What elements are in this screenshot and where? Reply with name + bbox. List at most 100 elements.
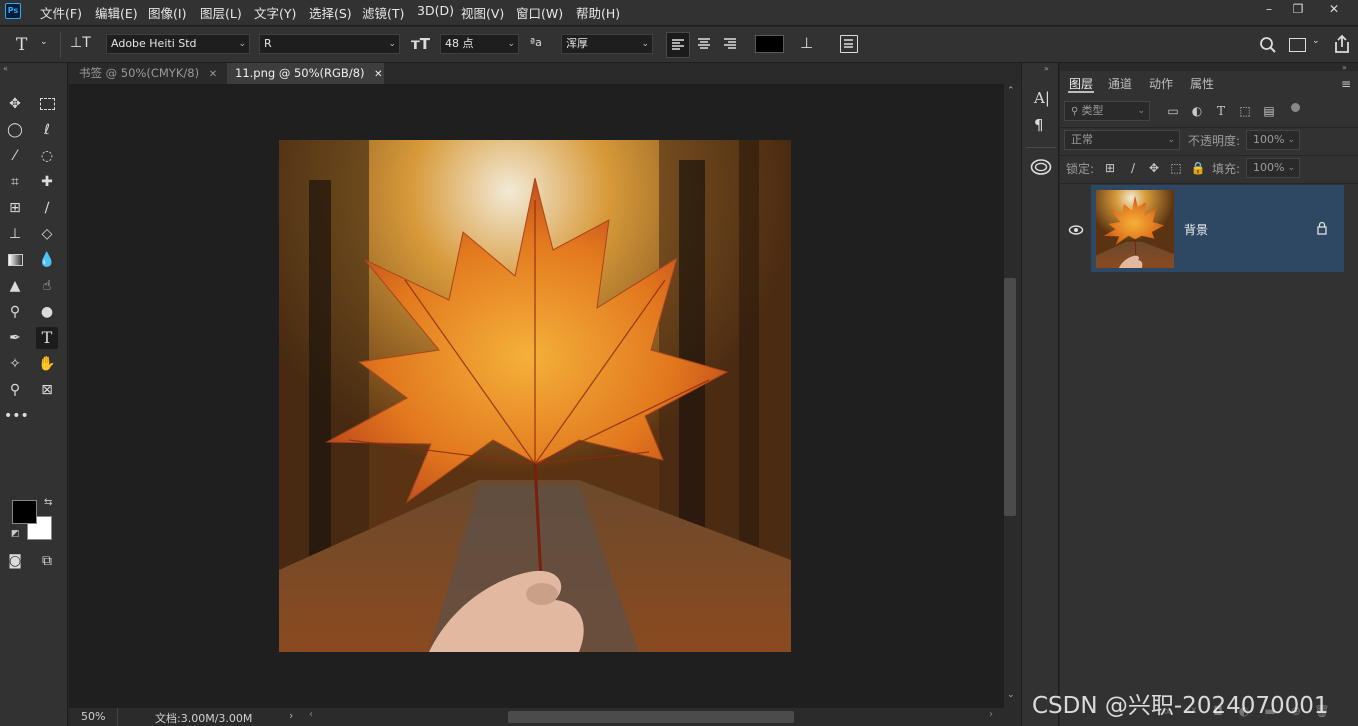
fill-field[interactable]: 100% ⌄: [1246, 158, 1300, 178]
menu-type[interactable]: 文字(Y): [254, 3, 296, 22]
character-panel-icon[interactable]: A|: [1034, 89, 1050, 107]
brush-tool-icon[interactable]: ∕: [36, 197, 58, 219]
type-tool-icon[interactable]: T: [36, 327, 58, 349]
vertical-scroll-thumb[interactable]: [1004, 278, 1016, 516]
filter-pixel-icon[interactable]: ▭: [1165, 103, 1181, 119]
tab-properties[interactable]: 属性: [1190, 75, 1214, 92]
sharpen-tool-icon[interactable]: ▲: [4, 275, 26, 297]
layer-row[interactable]: 背景: [1091, 185, 1344, 272]
scroll-left-icon[interactable]: ‹: [309, 709, 313, 720]
quick-mask-icon[interactable]: ◙: [4, 550, 26, 572]
close-icon[interactable]: ✕: [209, 69, 217, 80]
character-panel-icon[interactable]: [840, 35, 858, 53]
minimize-button[interactable]: –: [1260, 2, 1278, 18]
type-tool-preset-icon[interactable]: T: [16, 35, 27, 55]
align-left-button[interactable]: [666, 32, 690, 58]
more-tools-icon[interactable]: •••: [4, 405, 29, 427]
hand-tool-icon[interactable]: ✋: [36, 353, 58, 375]
tab-active-document[interactable]: 11.png @ 50%(RGB/8) ✕: [227, 63, 384, 84]
visibility-eye-icon[interactable]: [1068, 222, 1084, 241]
filter-type-icon[interactable]: T: [1213, 103, 1229, 119]
frame-tool-icon[interactable]: ⊞: [4, 197, 26, 219]
gradient-tool-icon[interactable]: [4, 249, 26, 271]
collapse-icon[interactable]: »: [1342, 63, 1347, 72]
lasso-tool-icon[interactable]: ℓ: [36, 119, 58, 141]
zoom-tool-icon[interactable]: ⚲: [4, 379, 26, 401]
menu-image[interactable]: 图像(I): [148, 3, 186, 22]
panel-menu-icon[interactable]: ≡: [1341, 77, 1351, 91]
search-button[interactable]: [1259, 36, 1277, 57]
menu-window[interactable]: 窗口(W): [516, 3, 563, 22]
font-style-select[interactable]: R ⌄: [259, 34, 400, 54]
lock-all-icon[interactable]: 🔒: [1190, 160, 1206, 176]
collapse-icon[interactable]: «: [3, 64, 8, 73]
menu-select[interactable]: 选择(S): [309, 3, 352, 22]
filter-shape-icon[interactable]: ⬚: [1237, 103, 1253, 119]
filter-smart-object-icon[interactable]: ▤: [1261, 103, 1277, 119]
blend-mode-select[interactable]: 正常 ⌄: [1064, 130, 1180, 150]
status-menu-icon[interactable]: ›: [289, 709, 293, 722]
chevron-down-icon[interactable]: ⌄: [40, 37, 48, 47]
menu-3d[interactable]: 3D(D): [417, 3, 454, 18]
blur-tool-icon[interactable]: 💧: [36, 249, 58, 271]
lock-transparent-icon[interactable]: ⊞: [1102, 160, 1118, 176]
close-icon[interactable]: ✕: [374, 69, 382, 80]
restore-button[interactable]: ❐: [1289, 2, 1307, 18]
healing-brush-icon[interactable]: ✚: [36, 171, 58, 193]
tab-actions[interactable]: 动作: [1149, 75, 1173, 92]
close-button[interactable]: ✕: [1325, 2, 1343, 18]
scroll-right-icon[interactable]: ›: [989, 709, 993, 720]
tab-channels[interactable]: 通道: [1108, 75, 1132, 92]
lock-artboard-icon[interactable]: ⬚: [1168, 160, 1184, 176]
font-size-select[interactable]: 48 点 ⌄: [440, 34, 519, 54]
crop-tool-icon[interactable]: ⌗: [4, 171, 26, 193]
font-family-select[interactable]: Adobe Heiti Std ⌄: [106, 34, 250, 54]
lock-image-icon[interactable]: ∕: [1125, 160, 1141, 176]
lock-position-icon[interactable]: ✥: [1146, 160, 1162, 176]
chevron-down-icon[interactable]: ⌄: [1312, 36, 1320, 46]
sponge-tool-icon[interactable]: ●: [36, 301, 58, 323]
menu-edit[interactable]: 编辑(E): [95, 3, 138, 22]
menu-help[interactable]: 帮助(H): [576, 3, 620, 22]
align-center-button[interactable]: [693, 32, 717, 58]
align-right-button[interactable]: [719, 32, 743, 58]
tab-layers[interactable]: 图层: [1069, 75, 1093, 92]
pen-tool-icon[interactable]: ✒: [4, 327, 26, 349]
menu-filter[interactable]: 滤镜(T): [362, 3, 404, 22]
artboard-tool-icon[interactable]: ⊠: [36, 379, 58, 401]
menu-file[interactable]: 文件(F): [40, 3, 82, 22]
magic-wand-icon[interactable]: ⁄: [4, 145, 26, 167]
marquee-tool-icon[interactable]: [36, 93, 58, 115]
toggle-orientation-icon[interactable]: ⊥T: [70, 35, 91, 51]
screen-mode-icon[interactable]: ⧉: [36, 550, 58, 572]
libraries-button[interactable]: [1030, 158, 1052, 179]
smudge-tool-icon[interactable]: ☝: [36, 275, 58, 297]
layer-filter-select[interactable]: ⚲ 类型 ⌄: [1064, 101, 1150, 121]
scroll-up-icon[interactable]: ⌃: [1007, 86, 1015, 96]
canvas-area[interactable]: [69, 84, 1004, 708]
eraser-tool-icon[interactable]: ◇: [36, 223, 58, 245]
dodge-tool-icon[interactable]: ⚲: [4, 301, 26, 323]
menu-layer[interactable]: 图层(L): [200, 3, 242, 22]
filter-adjustment-icon[interactable]: ◐: [1189, 103, 1205, 119]
document-image[interactable]: [279, 140, 791, 652]
scroll-down-icon[interactable]: ⌄: [1007, 690, 1015, 700]
photoshop-logo[interactable]: Ps: [5, 3, 21, 19]
collapse-icon[interactable]: »: [1044, 64, 1049, 73]
layer-name[interactable]: 背景: [1184, 221, 1208, 238]
warp-text-icon[interactable]: ⊥: [800, 34, 813, 52]
move-tool-icon[interactable]: ✥: [4, 93, 26, 115]
swap-colors-icon[interactable]: ⇆: [44, 497, 52, 508]
path-selection-icon[interactable]: ✧: [4, 353, 26, 375]
share-button[interactable]: [1333, 34, 1351, 57]
paragraph-panel-icon[interactable]: ¶: [1034, 116, 1044, 134]
workspace-icon[interactable]: [1289, 38, 1306, 52]
filter-toggle-icon[interactable]: [1291, 103, 1300, 112]
menu-view[interactable]: 视图(V): [461, 3, 504, 22]
zoom-level[interactable]: 50%: [81, 710, 105, 723]
tab-bookmark[interactable]: 书签 @ 50%(CMYK/8) ✕: [71, 63, 226, 84]
quick-selection-icon[interactable]: ◌: [36, 145, 58, 167]
antialias-select[interactable]: 浑厚 ⌄: [561, 34, 653, 54]
opacity-field[interactable]: 100% ⌄: [1246, 130, 1300, 150]
foreground-color-swatch[interactable]: [12, 500, 37, 524]
